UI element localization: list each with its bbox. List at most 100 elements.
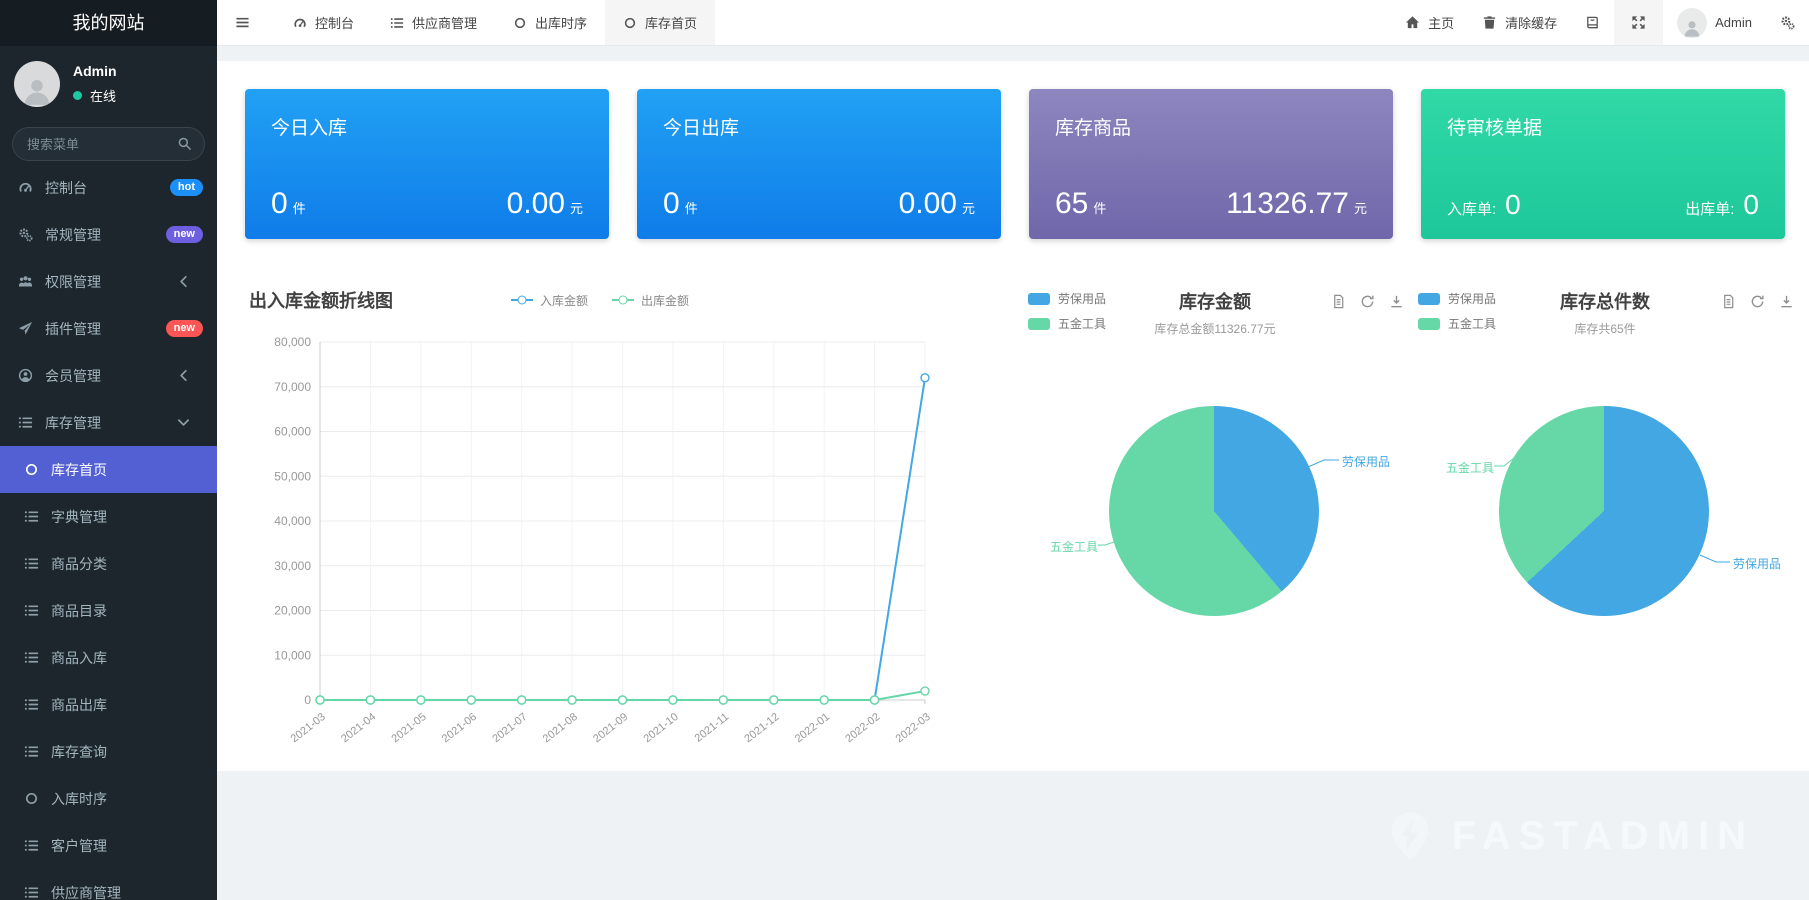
avatar[interactable] (14, 61, 60, 107)
settings-button[interactable] (1766, 0, 1809, 45)
fullscreen-button[interactable] (1614, 0, 1663, 45)
svg-text:80,000: 80,000 (274, 335, 311, 349)
svg-text:50,000: 50,000 (274, 469, 311, 483)
tab-出库时序[interactable]: 出库时序 (495, 0, 605, 45)
tab-label: 库存首页 (645, 13, 697, 32)
stat-card-待审核单据: 待审核单据入库单:0出库单:0 (1421, 89, 1785, 239)
pie-slice-label: 劳保用品 (1342, 453, 1390, 470)
dashboard-panel: 今日入库0件0.00元今日出库0件0.00元库存商品65件11326.77元待审… (217, 61, 1809, 771)
user-panel: Admin 在线 (0, 46, 217, 117)
card-amount-unit: 元 (962, 201, 975, 216)
user-name: Admin (73, 63, 117, 79)
svg-text:2021-06: 2021-06 (440, 711, 479, 745)
legend-出库金额[interactable]: 出库金额 (612, 292, 689, 309)
svg-text:2021-12: 2021-12 (742, 711, 781, 745)
app-root: 我的网站 Admin 在线 控制台hot常规管理new权限管理插件管理new会员… (0, 0, 1809, 900)
sidebar-item-库存查询[interactable]: 库存查询 (0, 728, 217, 775)
tab-库存首页[interactable]: 库存首页 (605, 0, 715, 45)
card-amount-unit: 元 (1354, 201, 1367, 216)
sidebar-item-label: 库存首页 (51, 460, 203, 480)
card-pair-label: 入库单: (1447, 201, 1496, 218)
legend-label: 入库金额 (540, 292, 588, 309)
restore-icon[interactable] (1360, 294, 1375, 309)
sidebar-submenu: 库存首页字典管理商品分类商品目录商品入库商品出库库存查询入库时序客户管理供应商管… (0, 446, 217, 900)
card-count: 0件 (271, 187, 306, 221)
sidebar-item-库存管理[interactable]: 库存管理 (0, 399, 217, 446)
sidebar-item-插件管理[interactable]: 插件管理new (0, 305, 217, 352)
card-count-unit: 件 (685, 201, 698, 216)
svg-text:20,000: 20,000 (274, 604, 311, 618)
svg-text:2021-10: 2021-10 (642, 711, 681, 745)
watermark-text: FASTADMIN (1452, 814, 1754, 859)
pie-slice-label: 五金工具 (1050, 538, 1098, 555)
expand-icon (1631, 15, 1646, 30)
sidebar-item-字典管理[interactable]: 字典管理 (0, 493, 217, 540)
data-view-icon[interactable] (1331, 294, 1346, 309)
sidebar-item-供应商管理[interactable]: 供应商管理 (0, 869, 217, 900)
book-icon (1585, 15, 1600, 30)
legend-入库金额[interactable]: 入库金额 (511, 292, 588, 309)
list-icon (24, 838, 39, 853)
sidebar-item-商品出库[interactable]: 商品出库 (0, 681, 217, 728)
card-values-row: 0件0.00元 (663, 187, 975, 221)
sidebar-menu: 控制台hot常规管理new权限管理插件管理new会员管理库存管理库存首页字典管理… (0, 164, 217, 900)
legend-劳保用品[interactable]: 劳保用品 (1028, 290, 1106, 307)
tab-label: 控制台 (315, 13, 354, 32)
circle-o-icon (623, 16, 637, 30)
sidebar-item-label: 客户管理 (51, 836, 203, 856)
sidebar-item-label: 常规管理 (45, 225, 166, 245)
sidebar-item-label: 控制台 (45, 178, 170, 198)
legend-label: 五金工具 (1448, 315, 1496, 332)
legend-swatch-icon (1028, 293, 1050, 305)
language-button[interactable] (1571, 0, 1614, 45)
chevron-left-icon (176, 368, 191, 383)
sidebar-item-商品分类[interactable]: 商品分类 (0, 540, 217, 587)
avatar (1677, 8, 1707, 38)
sidebar-item-入库时序[interactable]: 入库时序 (0, 775, 217, 822)
clear-cache-link[interactable]: 清除缓存 (1468, 0, 1571, 45)
circle-o-icon (24, 462, 39, 477)
list-icon (24, 556, 39, 571)
list-icon (24, 744, 39, 759)
sidebar-item-商品入库[interactable]: 商品入库 (0, 634, 217, 681)
sidebar-item-商品目录[interactable]: 商品目录 (0, 587, 217, 634)
card-pair: 出库单: 0 (1685, 189, 1759, 221)
sidebar-item-label: 商品分类 (51, 554, 203, 574)
user-menu[interactable]: Admin (1663, 0, 1766, 45)
sidebar-item-控制台[interactable]: 控制台hot (0, 164, 217, 211)
sidebar-item-权限管理[interactable]: 权限管理 (0, 258, 217, 305)
legend-劳保用品[interactable]: 劳保用品 (1418, 290, 1496, 307)
svg-text:30,000: 30,000 (274, 559, 311, 573)
svg-text:2021-03: 2021-03 (289, 711, 328, 745)
svg-text:2022-03: 2022-03 (894, 711, 933, 745)
legend-五金工具[interactable]: 五金工具 (1418, 315, 1496, 332)
chevron-down-icon (176, 415, 191, 430)
line-chart-header: 出入库金额折线图 入库金额出库金额 (245, 286, 965, 314)
restore-icon[interactable] (1750, 294, 1765, 309)
save-image-icon[interactable] (1389, 294, 1404, 309)
cogs-icon (1780, 15, 1795, 30)
sidebar-item-客户管理[interactable]: 客户管理 (0, 822, 217, 869)
sidebar-toggle-button[interactable] (217, 0, 267, 45)
stat-cards-row: 今日入库0件0.00元今日出库0件0.00元库存商品65件11326.77元待审… (245, 89, 1785, 239)
line-chart-legend: 入库金额 出库金额 (511, 292, 689, 309)
tab-供应商管理[interactable]: 供应商管理 (372, 0, 495, 45)
legend-五金工具[interactable]: 五金工具 (1028, 315, 1106, 332)
pie-slice-label: 劳保用品 (1733, 555, 1781, 572)
sidebar-item-label: 商品入库 (51, 648, 203, 668)
sidebar-item-label: 入库时序 (51, 789, 203, 809)
tab-控制台[interactable]: 控制台 (275, 0, 372, 45)
sidebar-item-常规管理[interactable]: 常规管理new (0, 211, 217, 258)
save-image-icon[interactable] (1779, 294, 1794, 309)
pie-chart (1109, 406, 1319, 616)
sidebar-item-会员管理[interactable]: 会员管理 (0, 352, 217, 399)
home-link[interactable]: 主页 (1391, 0, 1468, 45)
card-pair-label: 出库单: (1685, 201, 1734, 218)
data-view-icon[interactable] (1721, 294, 1736, 309)
trash-icon (1482, 15, 1497, 30)
card-pair-value: 0 (1505, 189, 1521, 220)
card-title: 今日入库 (271, 113, 583, 140)
sidebar-item-库存首页[interactable]: 库存首页 (0, 446, 217, 493)
card-title: 今日出库 (663, 113, 975, 140)
card-pair-value: 0 (1743, 189, 1759, 220)
